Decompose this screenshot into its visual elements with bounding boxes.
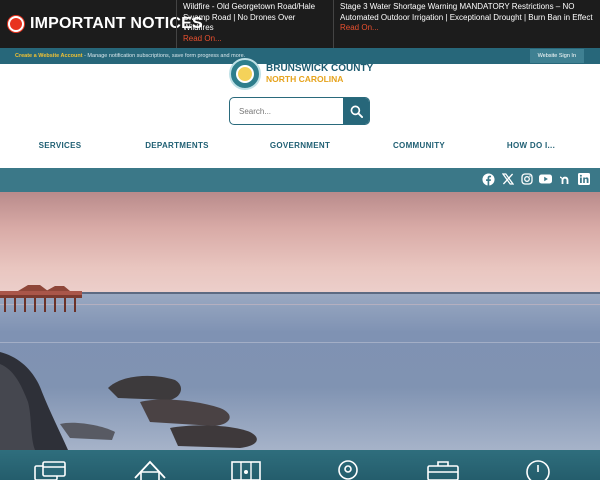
instagram-icon[interactable] (520, 172, 533, 186)
nav-community[interactable]: COMMUNITY (393, 141, 445, 150)
alert-icon (8, 16, 24, 32)
search-input[interactable] (230, 98, 343, 124)
notice-item: Wildfire - Old Georgetown Road/Hale Swam… (176, 0, 333, 48)
county-seal-icon (229, 58, 261, 90)
search-button[interactable] (343, 98, 369, 124)
nextdoor-icon[interactable] (558, 172, 571, 186)
nav-departments[interactable]: DEPARTMENTS (145, 141, 209, 150)
account-message: Create a Website Account - Manage notifi… (15, 53, 245, 59)
social-bar (0, 168, 600, 192)
x-icon[interactable] (501, 172, 514, 186)
county-logo[interactable]: BRUNSWICK COUNTY NORTH CAROLINA (229, 58, 373, 90)
clock-icon[interactable] (521, 458, 555, 484)
nav-services[interactable]: SERVICES (39, 141, 82, 150)
notice-text: Stage 3 Water Shortage Warning MANDATORY… (340, 2, 593, 22)
read-on-link[interactable]: Read On... (340, 23, 594, 34)
location-pin-icon[interactable] (331, 458, 365, 480)
account-description: - Manage notification subscriptions, sav… (82, 53, 246, 59)
search-icon (350, 105, 363, 118)
facebook-icon[interactable] (482, 172, 495, 186)
notice-text: Wildfire - Old Georgetown Road/Hale Swam… (183, 2, 316, 32)
important-notices-bar: IMPORTANT NOTICES Wildfire - Old Georget… (0, 0, 600, 48)
read-on-link[interactable]: Read On... (183, 34, 327, 45)
payments-icon[interactable] (33, 458, 67, 481)
logo-county-name: BRUNSWICK COUNTY (266, 63, 374, 74)
nav-how-do-i[interactable]: HOW DO I... (507, 141, 555, 150)
notice-item: Stage 3 Water Shortage Warning MANDATORY… (333, 0, 600, 48)
search-box (229, 97, 370, 125)
create-account-link[interactable]: Create a Website Account (15, 53, 83, 59)
home-icon[interactable] (133, 458, 167, 480)
nav-government[interactable]: GOVERNMENT (270, 141, 330, 150)
briefcase-icon[interactable] (426, 458, 460, 481)
linkedin-icon[interactable] (577, 172, 590, 186)
quick-links-bar (0, 450, 600, 484)
youtube-icon[interactable] (539, 172, 552, 186)
logo-state-name: NORTH CAROLINA (266, 74, 344, 84)
map-icon[interactable] (230, 458, 264, 481)
hero-image (0, 192, 600, 450)
notices-header: IMPORTANT NOTICES (0, 0, 203, 48)
main-navigation: SERVICES DEPARTMENTS GOVERNMENT COMMUNIT… (0, 141, 600, 159)
website-sign-in-button[interactable]: Website Sign In (529, 49, 584, 63)
